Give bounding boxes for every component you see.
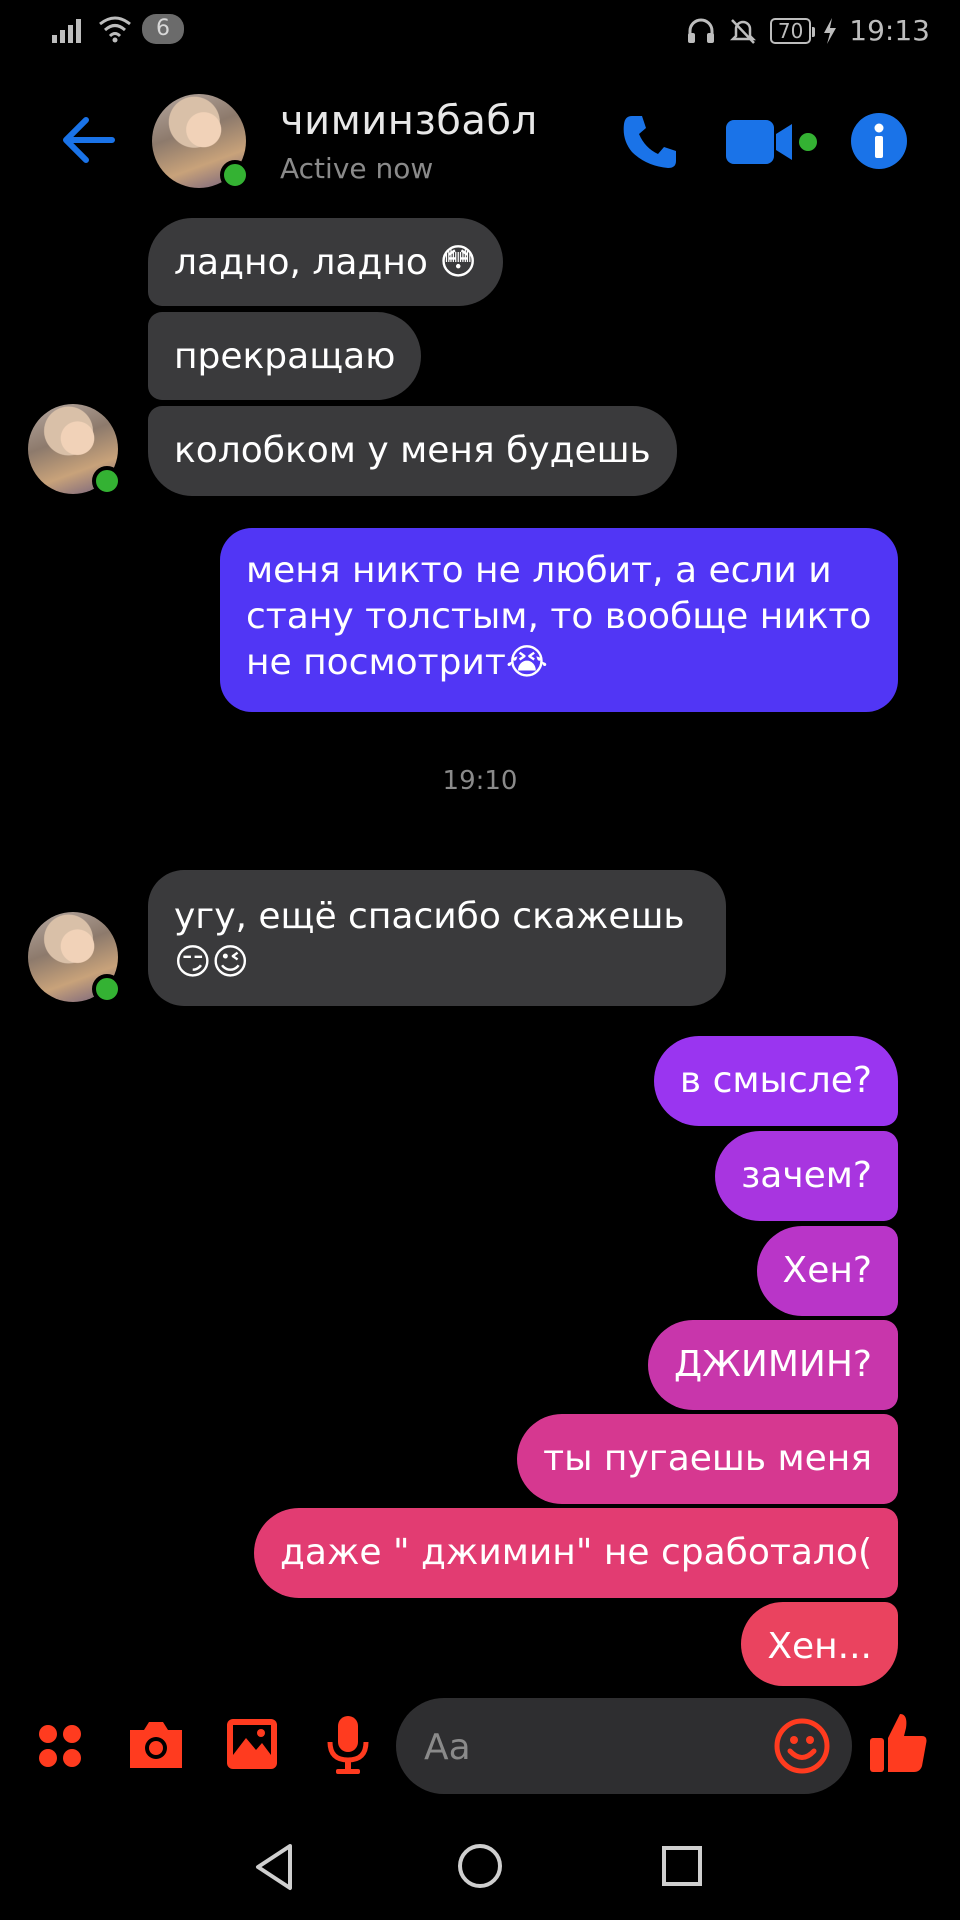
status-bar: 6 70 19:13 [0, 0, 960, 64]
message-text: Хен? [782, 1250, 872, 1291]
message-text: колобком у меня будешь [174, 430, 651, 471]
timestamp-divider: 19:10 [442, 766, 518, 796]
microphone-icon[interactable] [324, 1714, 372, 1776]
message-bubble-outgoing[interactable]: Хен? [756, 1226, 898, 1316]
message-text: даже " джимин" не сработало( [280, 1532, 872, 1573]
message-input-container[interactable] [396, 1698, 852, 1794]
nav-back-icon[interactable] [252, 1842, 296, 1892]
video-camera-icon[interactable] [724, 116, 820, 168]
system-nav-bar [0, 1820, 960, 1920]
message-bubble-outgoing[interactable]: зачем? [715, 1131, 898, 1221]
composer-bar [0, 1690, 960, 1800]
message-bubble-outgoing[interactable]: ДЖИМИН? [648, 1320, 898, 1410]
message-bubble-outgoing[interactable]: ты пугаешь меня [517, 1414, 898, 1504]
gallery-icon[interactable] [224, 1716, 280, 1772]
message-text-line: стану толстым, то вообще никто [246, 596, 872, 637]
wifi-icon [99, 16, 131, 43]
info-icon[interactable] [850, 112, 908, 170]
message-bubble-outgoing[interactable]: в смысле? [653, 1036, 898, 1126]
sender-avatar[interactable] [28, 912, 122, 1004]
message-bubble-incoming[interactable]: угу, ещё спасибо скажешь 😏😉 [148, 870, 726, 1006]
message-text: ладно, ладно 😳 [174, 242, 477, 283]
message-bubble-outgoing[interactable]: меня никто не любит, а если и стану толс… [220, 528, 898, 712]
headphones-icon [687, 18, 714, 43]
apps-icon[interactable] [36, 1722, 84, 1770]
online-indicator [220, 160, 250, 190]
message-input[interactable] [422, 1720, 746, 1774]
phone-icon[interactable] [618, 110, 682, 174]
back-arrow-icon[interactable] [58, 112, 118, 168]
contact-status: Active now [280, 152, 434, 185]
emoji-icon[interactable] [774, 1718, 830, 1774]
message-text: в смысле? [679, 1060, 872, 1101]
message-bubble-incoming[interactable]: ладно, ладно 😳 [148, 218, 503, 306]
message-text: прекращаю [174, 336, 396, 377]
message-text: зачем? [741, 1155, 872, 1196]
nav-home-icon[interactable] [456, 1842, 504, 1890]
battery-indicator: 70 [769, 17, 816, 44]
message-text: ДЖИМИН? [674, 1344, 872, 1385]
message-bubble-outgoing[interactable]: даже " джимин" не сработало( [254, 1508, 898, 1598]
message-bubble-outgoing[interactable]: Хен... [741, 1602, 898, 1686]
conversation-header: чиминзбабл Active now [0, 86, 960, 196]
message-text: ты пугаешь меня [543, 1438, 872, 1479]
message-bubble-incoming[interactable]: колобком у меня будешь [148, 406, 677, 496]
thumbs-up-icon[interactable] [868, 1710, 930, 1776]
mute-bell-icon [729, 18, 756, 44]
message-text: Хен... [767, 1626, 872, 1667]
nav-recents-icon[interactable] [660, 1844, 704, 1888]
camera-icon[interactable] [126, 1716, 186, 1772]
message-text-line: угу, ещё спасибо скажешь [174, 896, 685, 937]
contact-name[interactable]: чиминзбабл [280, 98, 538, 144]
online-indicator [92, 974, 122, 1004]
message-text-line: меня никто не любит, а если и [246, 550, 832, 591]
signal-icon [52, 19, 81, 43]
contact-avatar[interactable] [152, 94, 250, 190]
message-text-line: 😏😉 [174, 942, 250, 983]
message-bubble-incoming[interactable]: прекращаю [148, 312, 422, 400]
clock: 19:13 [849, 14, 930, 47]
message-text-line: не посмотрит😭 [246, 642, 548, 683]
sender-avatar[interactable] [28, 404, 122, 496]
charging-icon [824, 17, 837, 44]
online-indicator [92, 466, 122, 496]
sim-badge: 6 [142, 14, 184, 44]
